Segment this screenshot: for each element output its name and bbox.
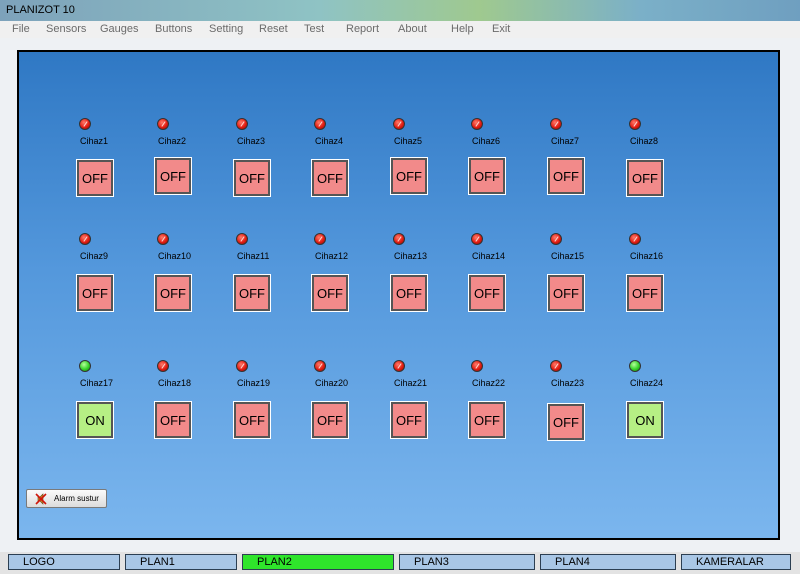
menu-test[interactable]: Test [304,23,324,35]
device-toggle-button[interactable]: OFF [390,274,428,312]
status-led-icon [393,360,405,372]
status-led-icon [393,233,405,245]
device-label: Cihaz2 [158,136,187,146]
alarm-mute-icon [35,493,47,505]
device-toggle-button[interactable]: ON [626,401,664,439]
device-label: Cihaz6 [472,136,501,146]
device-label: Cihaz9 [80,251,109,261]
menu-report[interactable]: Report [346,23,379,35]
status-led-icon [629,118,641,130]
device-label: Cihaz5 [394,136,423,146]
menu-file[interactable]: File [12,23,30,35]
status-led-icon [314,360,326,372]
device-label: Cihaz1 [80,136,109,146]
alarm-mute-button[interactable]: Alarm sustur [26,489,107,508]
menu-help[interactable]: Help [451,23,474,35]
device-label: Cihaz17 [80,378,114,388]
device-label: Cihaz23 [551,378,585,388]
device-label: Cihaz20 [315,378,349,388]
status-led-icon [314,233,326,245]
status-led-icon [236,233,248,245]
alarm-mute-label: Alarm sustur [54,494,99,503]
device-label: Cihaz7 [551,136,580,146]
menu-about[interactable]: About [398,23,427,35]
device-toggle-button[interactable]: OFF [468,157,506,195]
status-led-icon [471,360,483,372]
device-label: Cihaz15 [551,251,585,261]
menu-setting[interactable]: Setting [209,23,243,35]
device-label: Cihaz10 [158,251,192,261]
status-led-icon [629,360,641,372]
device-label: Cihaz11 [237,251,270,261]
device-toggle-button[interactable]: OFF [233,274,271,312]
device-toggle-button[interactable]: OFF [626,159,664,197]
status-led-icon [550,233,562,245]
menu-gauges[interactable]: Gauges [100,23,139,35]
tab-plan3[interactable]: PLAN3 [399,554,535,570]
status-led-icon [157,360,169,372]
menu-reset[interactable]: Reset [259,23,288,35]
device-toggle-button[interactable]: OFF [468,401,506,439]
menu-buttons[interactable]: Buttons [155,23,192,35]
device-toggle-button[interactable]: ON [76,401,114,439]
device-toggle-button[interactable]: OFF [626,274,664,312]
status-led-icon [79,360,91,372]
status-led-icon [79,233,91,245]
device-toggle-button[interactable]: OFF [233,159,271,197]
device-toggle-button[interactable]: OFF [76,159,114,197]
device-label: Cihaz24 [630,378,664,388]
menu-exit[interactable]: Exit [492,23,510,35]
menu-sensors[interactable]: Sensors [46,23,86,35]
device-toggle-button[interactable]: OFF [233,401,271,439]
tab-plan4[interactable]: PLAN4 [540,554,676,570]
device-label: Cihaz18 [158,378,192,388]
status-led-icon [236,118,248,130]
tab-plan2[interactable]: PLAN2 [242,554,394,570]
status-led-icon [471,118,483,130]
device-toggle-button[interactable]: OFF [154,274,192,312]
device-label: Cihaz12 [315,251,349,261]
status-led-icon [550,360,562,372]
tab-plan1[interactable]: PLAN1 [125,554,237,570]
status-led-icon [393,118,405,130]
window-title: PLANIZOT 10 [6,4,75,16]
device-label: Cihaz8 [630,136,659,146]
device-label: Cihaz4 [315,136,344,146]
status-led-icon [629,233,641,245]
menu-bar: File Sensors Gauges Buttons Setting Rese… [0,21,800,39]
status-led-icon [157,233,169,245]
device-label: Cihaz16 [630,251,664,261]
device-toggle-button[interactable]: OFF [468,274,506,312]
device-toggle-button[interactable]: OFF [390,401,428,439]
device-toggle-button[interactable]: OFF [311,401,349,439]
title-bar: PLANIZOT 10 [0,0,800,21]
device-label: Cihaz19 [237,378,271,388]
device-label: Cihaz13 [394,251,428,261]
tab-logo[interactable]: LOGO [8,554,120,570]
device-toggle-button[interactable]: OFF [547,403,585,441]
device-label: Cihaz22 [472,378,506,388]
device-toggle-button[interactable]: OFF [547,274,585,312]
device-toggle-button[interactable]: OFF [76,274,114,312]
status-led-icon [79,118,91,130]
status-led-icon [314,118,326,130]
status-led-icon [550,118,562,130]
device-toggle-button[interactable]: OFF [154,157,192,195]
device-label: Cihaz14 [472,251,506,261]
status-led-icon [157,118,169,130]
device-label: Cihaz3 [237,136,266,146]
device-label: Cihaz21 [394,378,428,388]
device-toggle-button[interactable]: OFF [390,157,428,195]
device-toggle-button[interactable]: OFF [311,159,349,197]
device-toggle-button[interactable]: OFF [547,157,585,195]
device-toggle-button[interactable]: OFF [311,274,349,312]
status-led-icon [236,360,248,372]
device-toggle-button[interactable]: OFF [154,401,192,439]
tab-kameralar[interactable]: KAMERALAR [681,554,791,570]
status-led-icon [471,233,483,245]
